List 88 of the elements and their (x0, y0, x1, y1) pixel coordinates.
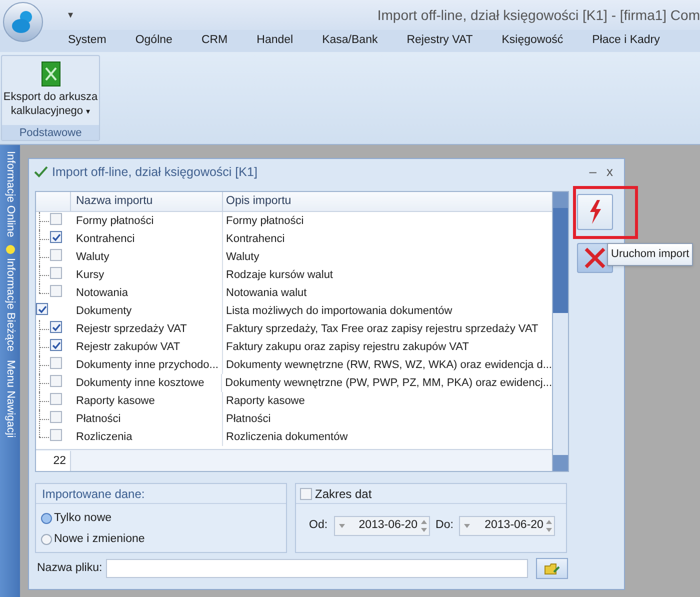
table-cell-text: Kontrahenci (226, 232, 285, 247)
table-cell-text: Faktury sprzedaży, Tax Free oraz zapisy rejestru sprzedaży VAT (226, 322, 538, 337)
checkbox[interactable] (50, 285, 62, 298)
checkbox[interactable] (50, 249, 62, 262)
menu-tab[interactable]: System (68, 32, 106, 50)
menu-tab[interactable]: Rejestry VAT (406, 32, 473, 50)
checkbox[interactable] (50, 321, 62, 334)
menu-tab[interactable]: Księgowość (502, 32, 564, 50)
import-icon (34, 166, 48, 178)
table-cell-text: Kontrahenci (76, 232, 135, 247)
run-import-button[interactable] (577, 194, 613, 230)
highlight-frame (573, 186, 638, 239)
close-button[interactable]: x (606, 162, 613, 182)
table-cell-text: Waluty (76, 250, 110, 265)
table-cell-text: Raporty kasowe (226, 394, 305, 409)
menu-tab[interactable]: Płace i Kadry (592, 32, 660, 50)
table-cell-text: Dokumenty wewnętrzne (RW, RWS, WZ, WKA) oraz ewidencja d... (226, 358, 552, 373)
date-field[interactable]: 2013-06-20 (334, 516, 430, 536)
table-cell-text: Rejestr sprzedaży VAT (76, 322, 187, 337)
radio-label: Tylko nowe (54, 511, 112, 526)
checkbox[interactable] (50, 231, 62, 244)
quick-access-caret[interactable]: ▾ (68, 8, 73, 22)
table-cell-text: Formy płatności (76, 214, 154, 229)
dropdown-caret-icon (338, 524, 345, 528)
file-name-field[interactable] (106, 559, 528, 578)
checkbox[interactable] (50, 267, 62, 280)
field-label: Do: (436, 518, 454, 534)
window-title: Import off-line, dział księgowości [K1] - [firma1] Com (377, 6, 700, 25)
table-cell-text: Lista możliwych do importowania dokumentów (226, 304, 452, 319)
export-spreadsheet-button[interactable]: Eksport do arkusza kalkulacyjnego ▾ (2, 56, 99, 125)
table-cell-text: Raporty kasowe (76, 394, 155, 409)
table-cell-text: Rozliczenia dokumentów (226, 430, 348, 445)
checkbox[interactable] (36, 303, 48, 316)
menu-tab[interactable]: CRM (201, 32, 228, 50)
menu-tab[interactable]: Kasa/Bank (322, 32, 378, 50)
table-cell-text: Formy płatności (226, 214, 304, 229)
table-cell-text: Dokumenty wewnętrzne (PW, PWP, PZ, MM, PKA) oraz ewidencj... (225, 376, 552, 391)
checkbox[interactable] (50, 429, 62, 442)
checkbox[interactable] (50, 393, 62, 406)
field-label: Od: (309, 518, 328, 534)
column-header[interactable]: Nazwa importu (71, 192, 223, 211)
checkbox[interactable] (50, 375, 62, 388)
sidebar-tab[interactable]: Informacje Bieżące (2, 258, 18, 352)
ribbon-group-label: Podstawowe (2, 125, 99, 140)
spreadsheet-icon (40, 61, 60, 87)
checkbox[interactable] (50, 339, 62, 352)
table-cell-text: Rejestr zakupów VAT (76, 340, 180, 355)
folder-icon (544, 562, 560, 574)
sidebar-tab[interactable]: Informacje Online (2, 151, 18, 238)
field-label: Nazwa pliku: (37, 560, 102, 576)
radio-button[interactable] (41, 534, 52, 546)
app-logo-icon[interactable] (3, 2, 43, 42)
checkbox[interactable] (300, 488, 312, 500)
radio-button[interactable] (41, 513, 52, 524)
tooltip: Uruchom import (607, 243, 694, 266)
group-title: Importowane dane: (36, 484, 286, 504)
menu-tab[interactable]: Handel (256, 32, 294, 50)
table-cell-text: Dokumenty (76, 304, 132, 319)
spinner-arrows-icon (420, 520, 427, 532)
checkbox[interactable] (50, 411, 62, 424)
spinner-arrows-icon (546, 520, 552, 532)
radio-label: Nowe i zmienione (54, 532, 145, 548)
checkbox-label: Zakres dat (315, 486, 372, 502)
column-header[interactable]: Opis importu (223, 192, 552, 211)
dropdown-caret-icon (464, 524, 470, 528)
dialog-title: Import off-line, dział księgowości [K1] (52, 164, 258, 181)
table-cell-text: Rozliczenia (76, 430, 132, 445)
sidebar-tab[interactable]: Menu Nawigacji (2, 360, 18, 438)
minimize-button[interactable]: – (589, 162, 596, 182)
lightning-icon (588, 200, 602, 224)
checkbox[interactable] (50, 213, 62, 226)
table-cell-text: Kursy (76, 268, 104, 283)
table-cell-text: Płatności (76, 412, 121, 427)
table-cell-text: Waluty (226, 250, 260, 265)
menu-tab[interactable]: Ogólne (135, 32, 172, 50)
table-cell-text: Faktury zakupu oraz zapisy rejestru zakupów VAT (226, 340, 469, 355)
table-cell-text: Rodzaje kursów walut (226, 268, 333, 283)
table-cell-text: Notowania (76, 286, 128, 301)
table-cell-text: Dokumenty inne przychodo... (76, 358, 218, 373)
close-icon (584, 247, 606, 269)
scrollbar[interactable] (552, 192, 568, 471)
table-cell-text: Płatności (226, 412, 271, 427)
table-cell-text: Dokumenty inne kosztowe (76, 376, 204, 391)
row-count: 22 (36, 450, 71, 470)
checkbox[interactable] (50, 357, 62, 370)
browse-button[interactable] (536, 558, 568, 579)
date-field[interactable]: 2013-06-20 (459, 516, 556, 536)
table-cell-text: Notowania walut (226, 286, 307, 301)
